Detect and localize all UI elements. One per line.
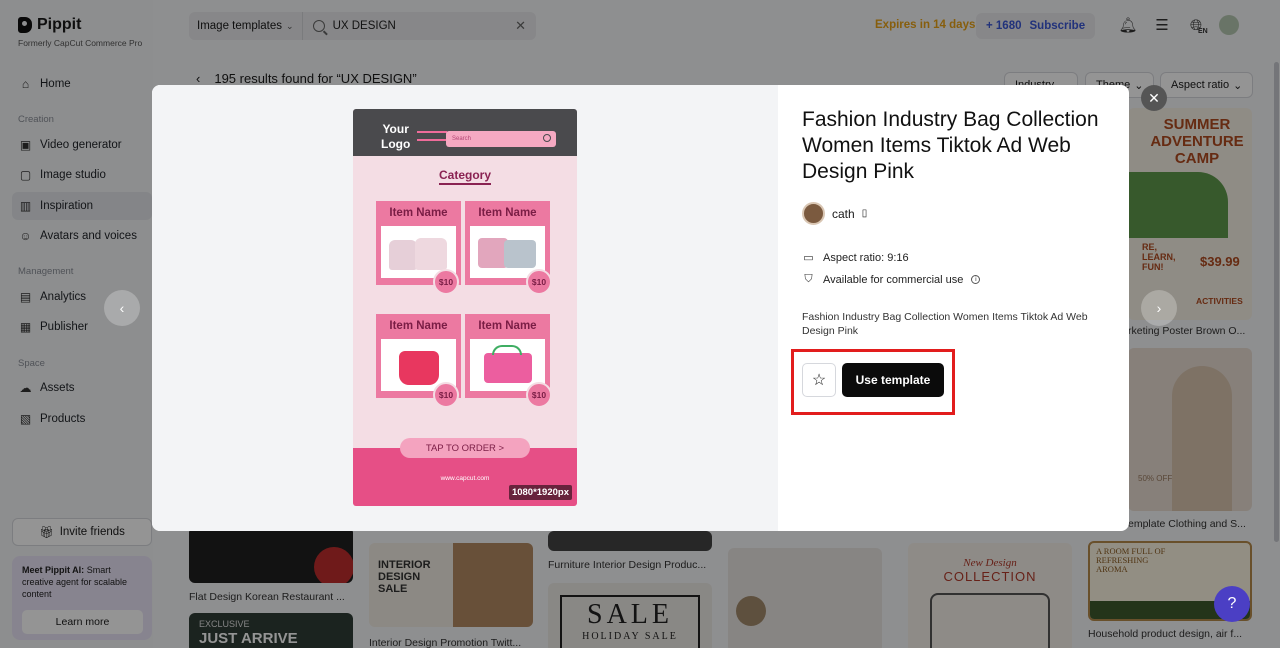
shield-check-icon: ⛉ [804, 273, 813, 285]
template-description: Fashion Industry Bag Collection Women It… [802, 311, 1088, 337]
commercial-use-text: Available for commercial use [823, 273, 964, 286]
preview-item-name: Item Name [389, 320, 448, 332]
preview-logo-line: Logo [381, 137, 411, 151]
star-icon: ☆ [811, 372, 827, 389]
preview-price-badge: $10 [433, 269, 459, 295]
template-detail-modal: Your Logo Search Category Item Name $10 … [152, 85, 1129, 531]
preview-item-name: Item Name [478, 320, 537, 332]
preview-url: www.capcut.com [440, 475, 490, 482]
chevron-left-icon: ‹ [119, 300, 125, 316]
template-preview-panel: Your Logo Search Category Item Name $10 … [152, 85, 778, 531]
preview-item-name: Item Name [389, 207, 448, 219]
preview-price-badge: $10 [526, 269, 552, 295]
previous-template-button[interactable]: ‹ [104, 290, 140, 326]
aspect-ratio-icon: ▭ [803, 252, 814, 264]
aspect-ratio-text: Aspect ratio: 9:16 [823, 251, 909, 264]
close-modal-button[interactable]: ✕ [1141, 85, 1167, 111]
question-icon: ? [1227, 595, 1237, 612]
template-author[interactable]: cath ▯ [802, 202, 867, 225]
use-template-button[interactable]: Use template [842, 363, 944, 397]
preview-logo: Your Logo [381, 122, 410, 152]
preview-item-name: Item Name [478, 207, 537, 219]
preview-price-badge: $10 [526, 382, 552, 408]
chevron-right-icon: › [1156, 300, 1162, 316]
favorite-button[interactable]: ☆ [802, 363, 836, 397]
preview-category-label: Category [438, 168, 491, 185]
aspect-ratio-row: ▭ Aspect ratio: 9:16 [802, 251, 909, 265]
preview-search-placeholder: Search [452, 136, 472, 142]
close-icon: ✕ [1148, 89, 1160, 106]
preview-size-badge: 1080*1920px [508, 485, 572, 500]
preview-stripes [417, 131, 447, 141]
template-title: Fashion Industry Bag Collection Women It… [802, 108, 1099, 183]
preview-order-button: TAP TO ORDER > [400, 438, 530, 458]
preview-logo-line: Your [382, 122, 409, 136]
author-avatar [802, 202, 825, 225]
author-name: cath [832, 206, 855, 221]
search-icon [543, 134, 551, 142]
preview-search-bar: Search [446, 131, 556, 147]
preview-category: Category [353, 168, 577, 185]
help-button[interactable]: ? [1214, 586, 1250, 622]
next-template-button[interactable]: › [1141, 290, 1177, 326]
template-preview-image[interactable]: Your Logo Search Category Item Name $10 … [353, 109, 577, 506]
author-suffix: ▯ [861, 208, 868, 219]
commercial-use-row: ⛉ Available for commercial use i [802, 273, 981, 286]
preview-price-badge: $10 [433, 382, 459, 408]
info-icon[interactable]: i [971, 275, 981, 284]
